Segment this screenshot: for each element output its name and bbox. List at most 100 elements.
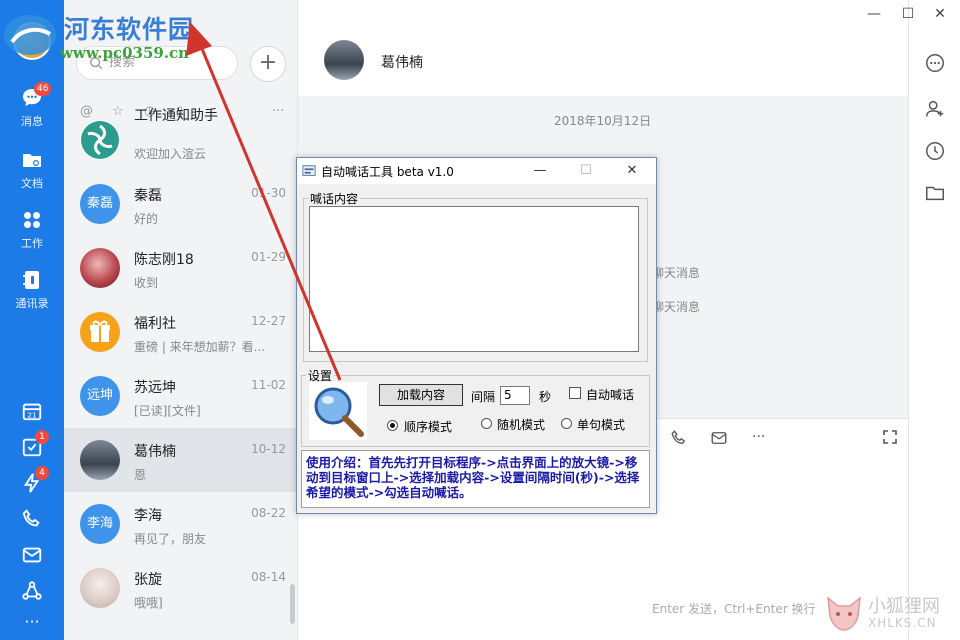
watermark-url: www.pc0359.cn — [60, 44, 190, 62]
conversation-time: 11-02 — [251, 378, 286, 392]
swirl-logo-icon — [81, 121, 119, 159]
conversation-name: 工作通知助手 — [134, 108, 218, 124]
conversation-time: 10-12 — [251, 442, 286, 456]
close-button[interactable]: ✕ — [930, 4, 950, 24]
nav-documents-label: 文档 — [21, 177, 43, 190]
conversation-name: 苏远坤 — [134, 380, 176, 396]
watermark-top: 河东软件园 www.pc0359.cn — [0, 2, 210, 64]
svg-text:21: 21 — [27, 410, 36, 419]
chat-header: 葛伟楠 — [298, 0, 908, 96]
dialog-maximize-button[interactable]: ☐ — [571, 160, 601, 182]
list-item[interactable]: 远坤 苏远坤 11-02 [已读][文件] — [64, 364, 297, 428]
content-group-label: 喊话内容 — [310, 192, 359, 206]
random-mode-label: 随机模式 — [497, 418, 546, 432]
conversation-list: 搜索 + @ ☆ ◷ ▯ ··· 工作通知助手 欢迎加入渲云 秦磊 秦磊 01-… — [64, 0, 298, 640]
dialog-close-button[interactable]: ✕ — [617, 160, 647, 182]
conversation-name: 李海 — [134, 508, 162, 524]
conversation-preview: 恩 — [134, 468, 147, 482]
phone-call-icon[interactable] — [670, 429, 688, 447]
mail-icon[interactable] — [21, 544, 43, 566]
mail-icon[interactable] — [710, 429, 728, 447]
calendar-icon[interactable]: 21 — [21, 400, 43, 422]
chat-date: 2018年10月12日 — [554, 114, 652, 128]
minimize-button[interactable]: — — [864, 4, 884, 24]
list-item[interactable]: 李海 李海 08-22 再见了，朋友 — [64, 492, 297, 556]
conversation-time: 08-22 — [251, 506, 286, 520]
conversation-preview: [已读][文件] — [134, 404, 201, 418]
list-item[interactable]: 葛伟楠 10-12 恩 — [64, 428, 297, 492]
more-dots-icon[interactable]: ··· — [752, 429, 765, 445]
conversation-time: 01-30 — [251, 186, 286, 200]
app-icon — [302, 165, 316, 176]
shout-content-textarea[interactable] — [309, 206, 639, 352]
right-toolbar — [908, 0, 960, 640]
dialog-title: 自动喊话工具 beta v1.0 — [321, 165, 454, 179]
left-navigation: 46 消息 文档 工作 通讯录 21 1 4 ··· — [0, 0, 64, 640]
nav-messages[interactable]: 46 消息 — [0, 82, 64, 129]
task-badge: 1 — [35, 430, 49, 444]
avatar — [80, 312, 120, 352]
interval-input[interactable]: 5 — [500, 386, 530, 405]
conversation-preview: 重磅 | 来年想加薪？看... — [134, 340, 266, 354]
watermark-site-name: 小狐狸网 — [868, 596, 940, 617]
nav-documents[interactable]: 文档 — [0, 148, 64, 191]
load-content-button[interactable]: 加载内容 — [379, 384, 463, 406]
conversation-name: 福利社 — [134, 316, 176, 332]
messages-badge: 46 — [34, 82, 52, 96]
dialog-titlebar[interactable]: 自动喊话工具 beta v1.0 — ☐ ✕ — [297, 158, 656, 184]
random-mode-radio[interactable] — [481, 418, 492, 429]
avatar: 远坤 — [80, 376, 120, 416]
single-mode-label: 单句模式 — [577, 418, 626, 432]
contacts-book-icon — [23, 271, 39, 289]
conversation-preview: 好的 — [134, 212, 159, 226]
dialog-minimize-button[interactable]: — — [525, 160, 555, 182]
add-button[interactable]: + — [250, 46, 286, 82]
list-item[interactable]: 福利社 12-27 重磅 | 来年想加薪？看... — [64, 300, 297, 364]
list-item[interactable]: 张旋 08-14 哦哦] — [64, 556, 297, 620]
conversation-name: 陈志刚18 — [134, 252, 194, 268]
conversation-time: 12-27 — [251, 314, 286, 328]
nav-contacts[interactable]: 通讯录 — [0, 268, 64, 311]
avatar — [80, 568, 120, 608]
magnifier-target-picker[interactable] — [309, 382, 367, 440]
add-user-icon[interactable] — [924, 98, 946, 120]
conversation-preview: 哦哦] — [134, 596, 163, 610]
list-item[interactable]: 工作通知助手 欢迎加入渲云 — [64, 108, 297, 172]
watermark-logo-icon — [4, 15, 56, 55]
expand-icon[interactable] — [882, 429, 898, 445]
send-hint: Enter 发送，Ctrl+Enter 换行 — [652, 602, 816, 616]
list-item[interactable]: 陈志刚18 01-29 收到 — [64, 236, 297, 300]
watermark-site-domain: XHLKS.CN — [868, 616, 937, 630]
nav-work[interactable]: 工作 — [0, 208, 64, 251]
nav-work-label: 工作 — [21, 237, 43, 250]
nav-contacts-label: 通讯录 — [15, 297, 49, 310]
sequential-mode-radio[interactable] — [387, 420, 398, 431]
avatar[interactable] — [324, 40, 364, 80]
magnifier-icon — [314, 387, 364, 437]
gift-icon — [90, 320, 110, 342]
single-mode-radio[interactable] — [561, 418, 572, 429]
maximize-button[interactable]: ☐ — [898, 4, 918, 24]
conversation-name: 秦磊 — [134, 188, 162, 204]
scrollbar-thumb[interactable] — [290, 584, 295, 624]
conversation-name: 张旋 — [134, 572, 162, 588]
conversation-time: 01-29 — [251, 250, 286, 264]
watermark-bottom: 小狐狸网 XHLKS.CN — [820, 588, 960, 638]
phone-icon[interactable] — [21, 508, 43, 530]
auto-shout-dialog: 自动喊话工具 beta v1.0 — ☐ ✕ 喊话内容 设置 加载内容 间隔 5… — [296, 157, 657, 514]
network-icon[interactable] — [21, 580, 43, 602]
lightning-badge: 4 — [35, 466, 49, 480]
conversation-preview: 再见了，朋友 — [134, 532, 207, 546]
avatar — [80, 248, 120, 288]
more-circle-icon[interactable] — [924, 52, 946, 74]
more-dots-icon[interactable]: ··· — [0, 612, 64, 631]
auto-shout-label: 自动喊话 — [586, 388, 635, 402]
history-clock-icon[interactable] — [924, 140, 946, 162]
seconds-label: 秒 — [539, 390, 552, 404]
list-item[interactable]: 秦磊 秦磊 01-30 好的 — [64, 172, 297, 236]
auto-shout-checkbox[interactable] — [569, 387, 581, 399]
folder-icon[interactable] — [924, 182, 946, 204]
folder-icon — [23, 154, 41, 167]
avatar — [80, 120, 120, 160]
conversation-preview: 欢迎加入渲云 — [134, 147, 207, 161]
